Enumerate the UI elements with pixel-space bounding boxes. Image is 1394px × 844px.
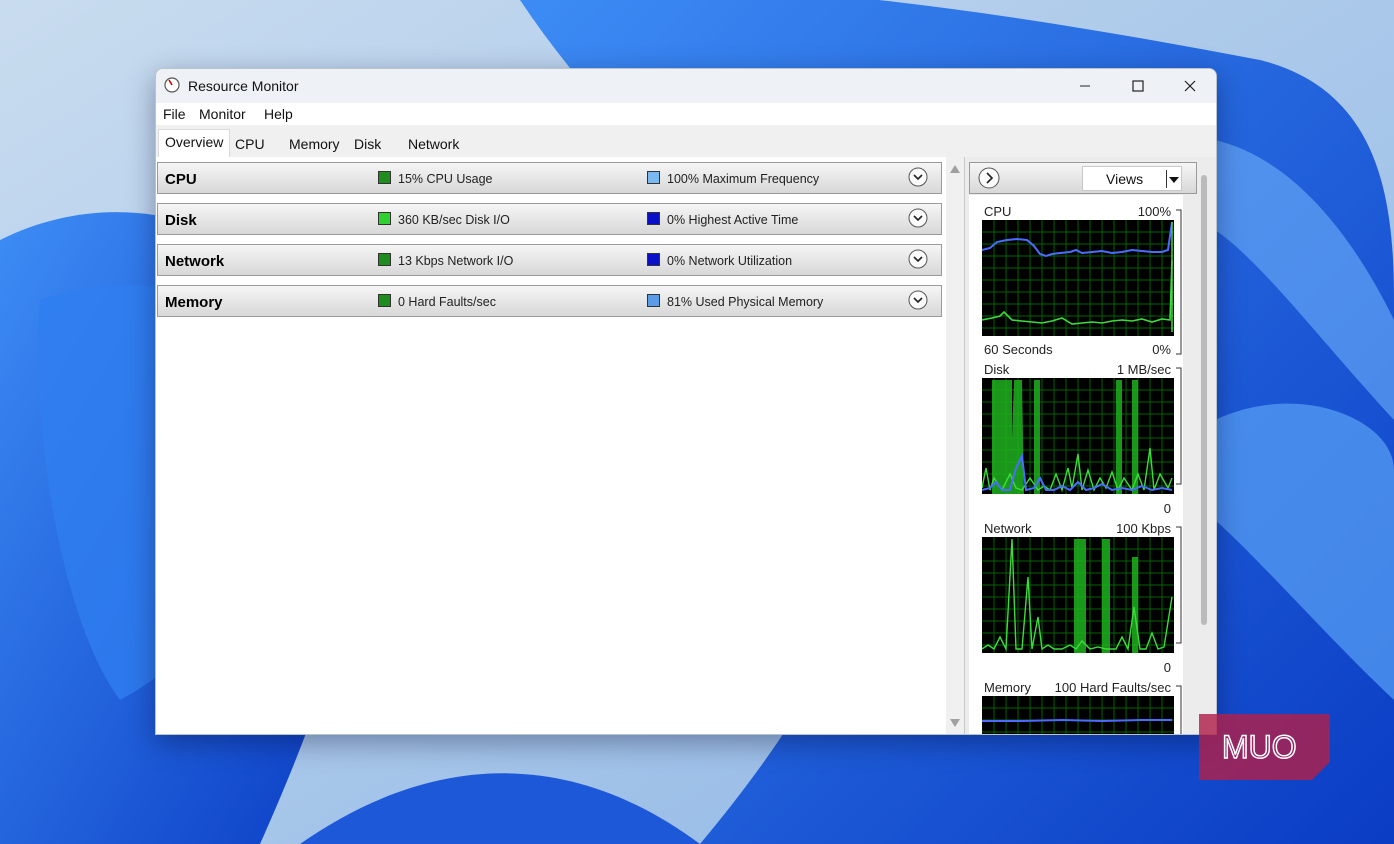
section-disk[interactable]: Disk 360 KB/sec Disk I/O 0% Highest Acti… (157, 203, 942, 235)
expand-chevron-icon[interactable] (908, 167, 928, 187)
network-graph (982, 537, 1174, 653)
cpu-usage-text: 15% CPU Usage (398, 172, 493, 186)
section-memory[interactable]: Memory 0 Hard Faults/sec 81% Used Physic… (157, 285, 942, 317)
section-title: CPU (165, 171, 197, 188)
network-graph-min: 0 (1163, 660, 1171, 675)
physical-memory-text: 81% Used Physical Memory (667, 295, 824, 309)
menu-monitor[interactable]: Monitor (199, 106, 246, 122)
network-io-swatch (378, 253, 391, 266)
close-button[interactable] (1164, 69, 1216, 103)
cpu-graph-min: 0% (1152, 342, 1171, 357)
muo-logo: MUO (1199, 714, 1330, 780)
graphs-header: Views (969, 162, 1197, 194)
minimize-icon (1080, 85, 1090, 87)
svg-text:MUO: MUO (1222, 729, 1297, 765)
window-title: Resource Monitor (188, 78, 299, 94)
disk-active-text: 0% Highest Active Time (667, 213, 799, 227)
minimize-button[interactable] (1059, 69, 1111, 103)
section-network[interactable]: Network 13 Kbps Network I/O 0% Network U… (157, 244, 942, 276)
disk-io-swatch (378, 212, 391, 225)
section-title: Network (165, 253, 225, 270)
cpu-graph (982, 220, 1174, 336)
scroll-up-icon[interactable] (950, 165, 960, 173)
graphs-scrollbar-thumb[interactable] (1201, 175, 1207, 625)
cpu-graph-name: CPU (984, 204, 1012, 219)
collapse-arrow-icon[interactable] (978, 167, 1000, 189)
section-title: Disk (165, 212, 197, 229)
memory-graph-bracket (1176, 685, 1182, 734)
disk-io-text: 360 KB/sec Disk I/O (398, 213, 510, 227)
title-bar[interactable]: Resource Monitor (156, 69, 1216, 103)
expand-chevron-icon[interactable] (908, 208, 928, 228)
network-graph-bracket (1176, 526, 1182, 644)
disk-active-swatch (647, 212, 660, 225)
resource-monitor-app-icon (164, 77, 180, 93)
network-io-text: 13 Kbps Network I/O (398, 254, 514, 268)
muo-watermark: MUO (1199, 714, 1330, 780)
disk-graph-name: Disk (984, 362, 1010, 377)
cpu-graph-time: 60 Seconds (984, 342, 1053, 357)
disk-graph-bracket (1176, 367, 1182, 485)
menu-bar: File Monitor Help (156, 103, 1216, 125)
network-graph-name: Network (984, 521, 1032, 536)
chevron-down-icon (1166, 170, 1179, 188)
menu-file[interactable]: File (163, 106, 186, 122)
cpu-frequency-text: 100% Maximum Frequency (667, 172, 820, 186)
cpu-usage-swatch (378, 171, 391, 184)
views-button[interactable]: Views (1082, 166, 1182, 191)
menu-help[interactable]: Help (264, 106, 293, 122)
scroll-down-icon[interactable] (950, 719, 960, 727)
views-label: Views (1106, 171, 1144, 187)
maximize-icon (1132, 80, 1144, 92)
network-graph-max: 100 Kbps (1116, 521, 1171, 536)
cpu-graph-max: 100% (1137, 204, 1171, 219)
expand-chevron-icon[interactable] (908, 249, 928, 269)
tab-overview[interactable]: Overview (165, 134, 223, 158)
network-util-swatch (647, 253, 660, 266)
maximize-button[interactable] (1112, 69, 1164, 103)
cpu-graph-bracket (1176, 209, 1182, 355)
section-title: Memory (165, 294, 223, 311)
expand-chevron-icon[interactable] (908, 290, 928, 310)
graphs-pane: Views CPU 100% 60 Seconds 0% Disk 1 MB/s… (964, 157, 1216, 734)
hard-faults-text: 0 Hard Faults/sec (398, 295, 496, 309)
disk-graph-max: 1 MB/sec (1116, 362, 1171, 377)
resource-monitor-window: Resource Monitor File Monitor Help Overv… (155, 68, 1217, 735)
memory-graph (982, 696, 1174, 734)
close-icon (1184, 80, 1196, 92)
graphs-list: CPU 100% 60 Seconds 0% Disk 1 MB/sec 0 N… (969, 195, 1183, 734)
physical-memory-swatch (647, 294, 660, 307)
memory-graph-max: 100 Hard Faults/sec (1054, 680, 1171, 695)
disk-graph-min: 0 (1163, 501, 1171, 516)
hard-faults-swatch (378, 294, 391, 307)
cpu-frequency-swatch (647, 171, 660, 184)
overview-pane: CPU 15% CPU Usage 100% Maximum Frequency… (156, 157, 946, 734)
section-cpu[interactable]: CPU 15% CPU Usage 100% Maximum Frequency (157, 162, 942, 194)
overview-scrollbar[interactable] (946, 157, 964, 734)
memory-graph-name: Memory (984, 680, 1031, 695)
network-util-text: 0% Network Utilization (667, 254, 793, 268)
disk-graph (982, 378, 1174, 494)
